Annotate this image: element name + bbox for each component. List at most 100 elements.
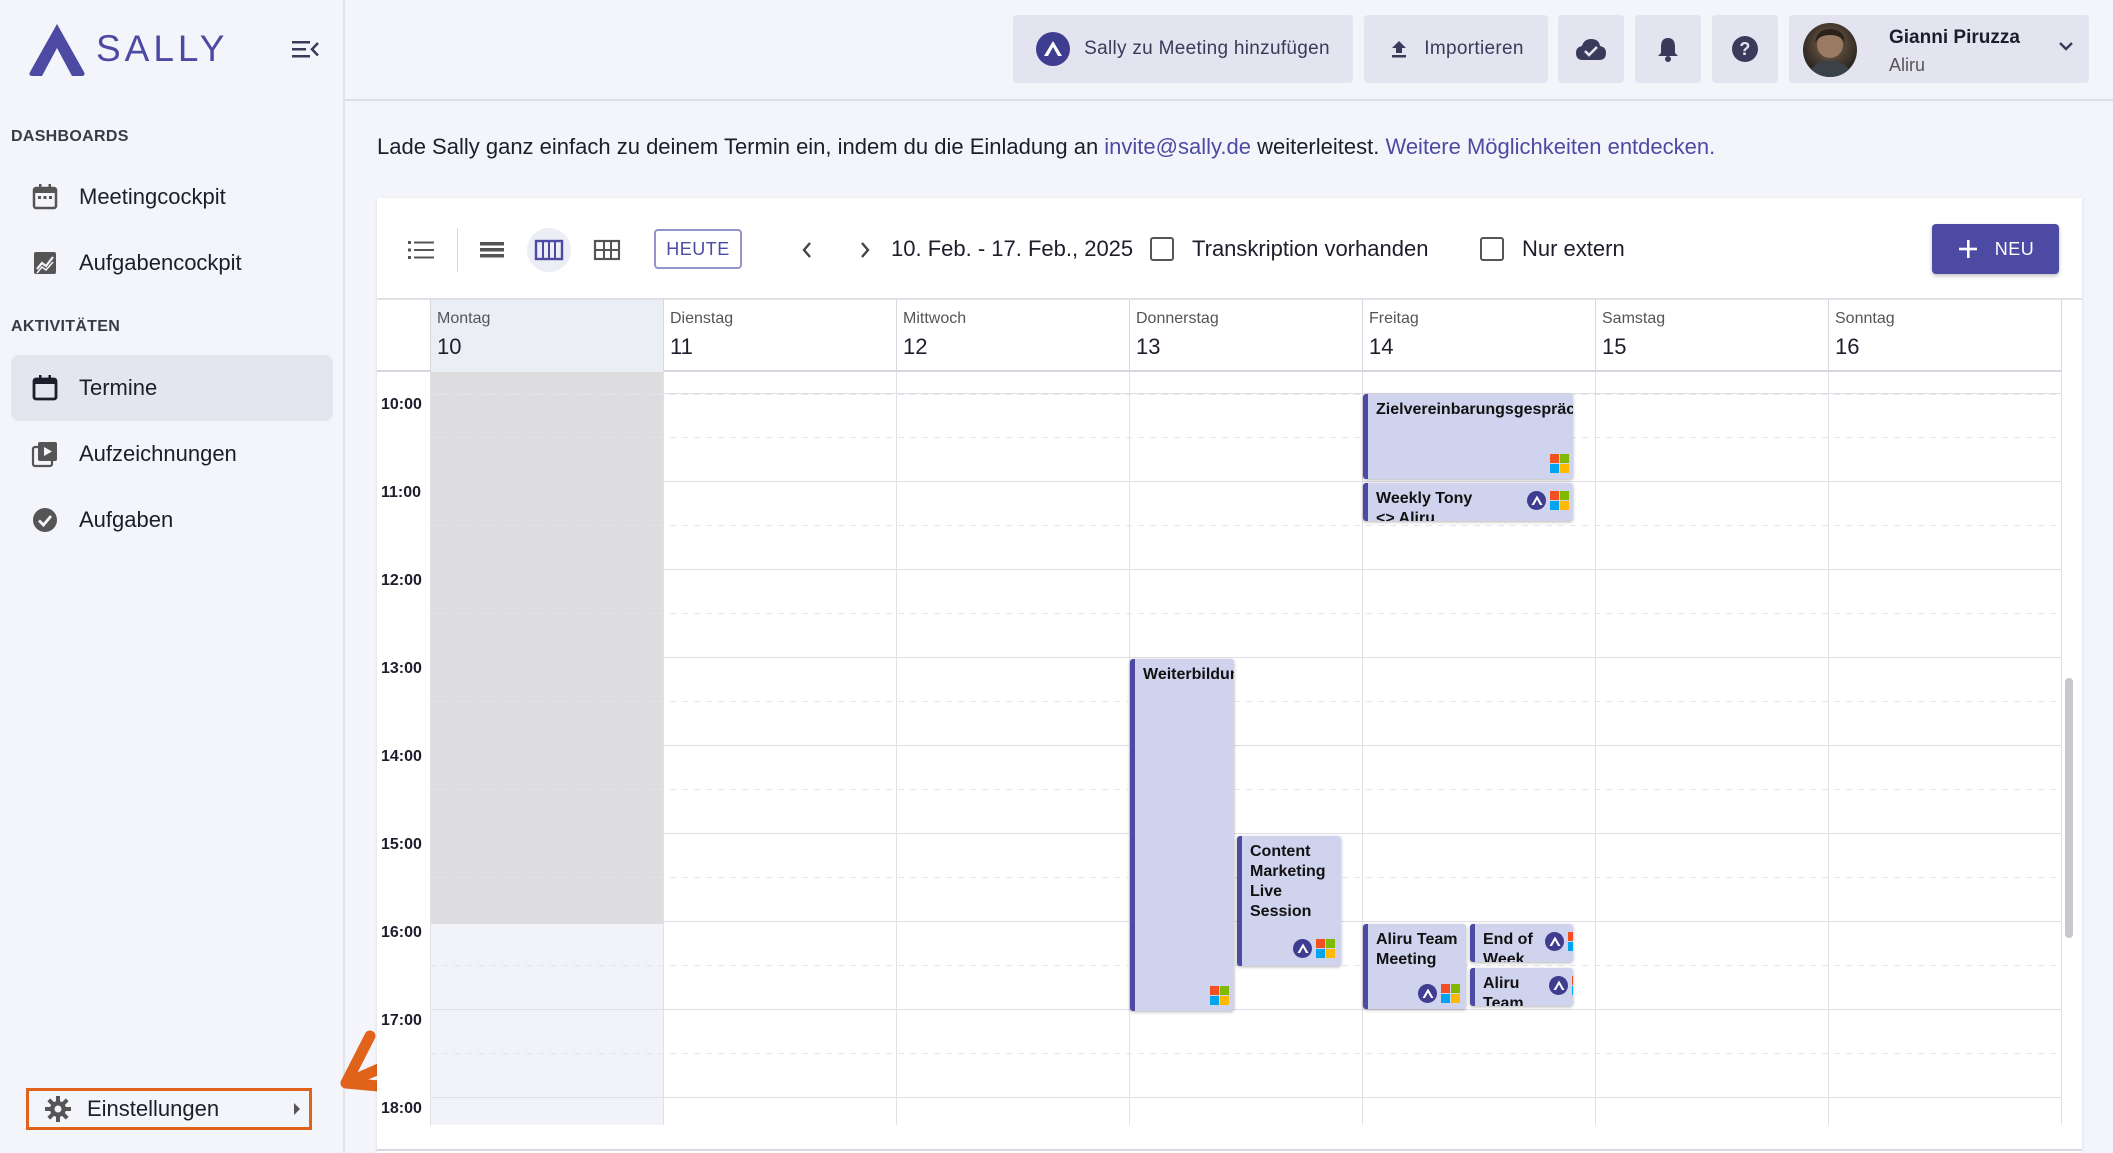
week-grid[interactable]: 10:00 11:00 12:00 13:00 14:00 15:00 16:0… bbox=[377, 372, 2062, 1125]
sidebar-item-label: Aufgabencockpit bbox=[79, 250, 242, 275]
day-date: 12 bbox=[903, 334, 928, 359]
external-filter-checkbox[interactable]: Nur extern bbox=[1480, 236, 1625, 262]
day-header-donnerstag[interactable]: Donnerstag 13 bbox=[1129, 300, 1362, 372]
grid-vline bbox=[430, 372, 431, 1125]
transcript-filter-label: Transkription vorhanden bbox=[1192, 236, 1429, 261]
grid-hour-line bbox=[430, 393, 2062, 394]
calendar-event[interactable]: Content Marketing Live Session bbox=[1237, 836, 1341, 966]
sidebar-item-termine[interactable]: Termine bbox=[11, 355, 333, 421]
day-header-samstag[interactable]: Samstag 15 bbox=[1595, 300, 1828, 372]
chart-icon bbox=[34, 252, 56, 274]
settings-button[interactable]: Einstellungen bbox=[26, 1088, 312, 1130]
view-day-button[interactable] bbox=[470, 228, 514, 272]
day-name: Samstag bbox=[1602, 310, 1666, 327]
external-filter-label: Nur extern bbox=[1522, 236, 1625, 261]
grid-vline bbox=[1595, 372, 1596, 1125]
calendar-event[interactable]: Aliru Team bbox=[1470, 968, 1573, 1006]
calendar-event[interactable]: Aliru Team Meeting bbox=[1363, 924, 1466, 1009]
day-name: Dienstag bbox=[670, 310, 734, 327]
sidebar-item-aufgaben[interactable]: Aufgaben bbox=[11, 487, 333, 553]
time-label: 11:00 bbox=[381, 484, 422, 501]
time-label: 16:00 bbox=[381, 924, 422, 941]
day-view-icon bbox=[480, 242, 504, 258]
view-week-button[interactable] bbox=[527, 228, 571, 272]
grid-vline bbox=[896, 372, 897, 1125]
sidebar-item-meetingcockpit[interactable]: Meetingcockpit bbox=[11, 164, 333, 230]
sidebar-item-aufgabencockpit[interactable]: Aufgabencockpit bbox=[11, 230, 333, 296]
grid-halfhour-line bbox=[430, 394, 2062, 395]
cloud-sync-button[interactable] bbox=[1558, 15, 1624, 83]
sally-logo-icon bbox=[29, 24, 85, 76]
today-button[interactable]: HEUTE bbox=[654, 229, 742, 269]
sidebar-item-aufzeichnungen[interactable]: Aufzeichnungen bbox=[11, 421, 333, 487]
microsoft-icon bbox=[1210, 986, 1229, 1005]
collapse-sidebar-button[interactable] bbox=[288, 34, 322, 64]
grid-vline bbox=[1828, 372, 1829, 1125]
event-title: Aliru Team bbox=[1483, 975, 1524, 1006]
view-list-button[interactable] bbox=[399, 228, 443, 272]
add-sally-to-meeting-button[interactable]: Sally zu Meeting hinzufügen bbox=[1013, 15, 1353, 83]
event-title: Content Marketing Live Session bbox=[1250, 843, 1326, 920]
calendar-dashboard-icon bbox=[32, 184, 58, 210]
sidebar-item-label: Meetingcockpit bbox=[79, 184, 226, 209]
more-options-link[interactable]: Weitere Möglichkeiten entdecken. bbox=[1385, 134, 1715, 159]
calendar-panel: HEUTE 10. Feb. - 17. Feb., 2025 Transkri… bbox=[377, 198, 2082, 1153]
day-date: 15 bbox=[1602, 334, 1627, 359]
grid-hour-line bbox=[430, 833, 2062, 834]
user-menu[interactable]: Gianni Piruzza Aliru bbox=[1789, 15, 2089, 83]
list-view-icon bbox=[408, 241, 434, 259]
import-button[interactable]: Importieren bbox=[1364, 15, 1548, 83]
day-header-dienstag[interactable]: Dienstag 11 bbox=[663, 300, 896, 372]
toolbar-divider bbox=[457, 228, 458, 272]
previous-week-button[interactable] bbox=[785, 228, 829, 272]
microsoft-icon bbox=[1568, 932, 1573, 951]
calendar-scrollbar[interactable] bbox=[2065, 678, 2073, 938]
topbar: Sally zu Meeting hinzufügen Importieren … bbox=[345, 0, 2113, 101]
event-title: Aliru Team Meeting bbox=[1376, 931, 1458, 968]
transcript-filter-checkbox[interactable]: Transkription vorhanden bbox=[1150, 236, 1428, 262]
day-name: Montag bbox=[437, 310, 491, 327]
recording-icon bbox=[31, 442, 57, 468]
notifications-button[interactable] bbox=[1635, 15, 1701, 83]
day-header-sonntag[interactable]: Sonntag 16 bbox=[1828, 300, 2062, 372]
today-column-shade bbox=[430, 924, 663, 1125]
grid-vline bbox=[663, 372, 664, 1125]
grid-hour-line bbox=[430, 1009, 2062, 1010]
chevron-down-icon bbox=[2059, 42, 2073, 51]
sally-logo[interactable]: SALLY bbox=[26, 20, 228, 78]
grid-vline bbox=[2061, 372, 2062, 1125]
week-view-icon bbox=[534, 239, 564, 261]
checkbox-box bbox=[1150, 237, 1174, 261]
grid-hour-line bbox=[430, 569, 2062, 570]
day-header-mittwoch[interactable]: Mittwoch 12 bbox=[896, 300, 1129, 372]
cloud-check-icon bbox=[1576, 39, 1606, 60]
microsoft-icon bbox=[1572, 976, 1573, 995]
view-month-button[interactable] bbox=[585, 228, 629, 272]
invite-email-link[interactable]: invite@sally.de bbox=[1104, 134, 1251, 159]
plus-icon bbox=[1958, 240, 1977, 258]
menu-collapse-icon bbox=[292, 41, 319, 58]
calendar-event[interactable]: Zielvereinbarungsgespräch bbox=[1363, 394, 1573, 479]
time-label: 13:00 bbox=[381, 660, 422, 677]
calendar-event[interactable]: End of Week bbox=[1470, 924, 1573, 962]
day-name: Sonntag bbox=[1835, 310, 1895, 327]
month-view-icon bbox=[593, 239, 621, 261]
day-header-freitag[interactable]: Freitag 14 bbox=[1362, 300, 1595, 372]
microsoft-icon bbox=[1550, 491, 1569, 510]
day-header-montag[interactable]: Montag 10 bbox=[430, 300, 663, 372]
time-label: 12:00 bbox=[381, 572, 422, 589]
import-label: Importieren bbox=[1424, 38, 1524, 59]
day-date: 14 bbox=[1369, 334, 1394, 359]
sally-icon bbox=[1036, 32, 1071, 66]
help-button[interactable]: ? bbox=[1712, 15, 1778, 83]
new-event-button[interactable]: NEU bbox=[1932, 224, 2059, 274]
sally-icon bbox=[1527, 491, 1546, 510]
info-text: Lade Sally ganz einfach zu deinem Termin… bbox=[377, 134, 1715, 160]
calendar-event[interactable]: Weekly Tony <> Aliru bbox=[1363, 483, 1573, 521]
calendar-event[interactable]: Weiterbildung bbox=[1130, 659, 1234, 1011]
grid-halfhour-line bbox=[430, 789, 2062, 790]
event-title: End of Week bbox=[1483, 931, 1533, 962]
grid-halfhour-line bbox=[430, 437, 2062, 438]
next-week-button[interactable] bbox=[843, 228, 887, 272]
time-label: 15:00 bbox=[381, 836, 422, 853]
